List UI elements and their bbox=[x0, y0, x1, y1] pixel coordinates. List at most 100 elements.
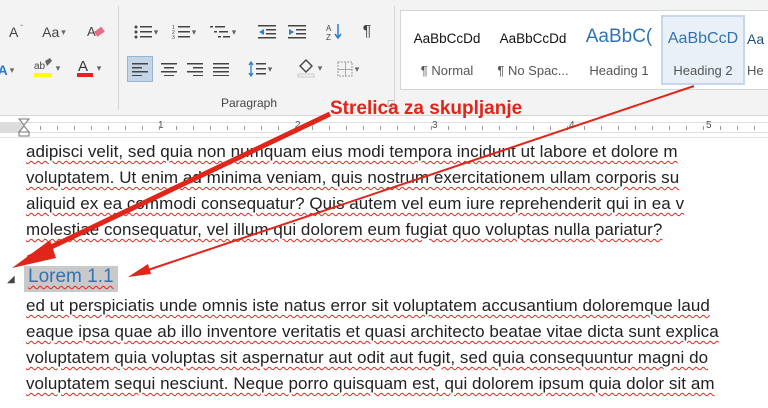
highlight-color-button[interactable]: ab ▾ bbox=[26, 56, 66, 80]
ruler-tick bbox=[652, 126, 653, 130]
ruler-number: 4 bbox=[569, 120, 575, 131]
ruler-tick bbox=[176, 126, 177, 130]
sort-button[interactable]: A Z bbox=[323, 20, 347, 44]
increase-indent-button[interactable] bbox=[285, 20, 309, 44]
clear-formatting-button[interactable]: A bbox=[82, 20, 110, 44]
align-left-button[interactable] bbox=[127, 56, 153, 82]
indent-marker-icon[interactable] bbox=[18, 118, 30, 138]
shading-button[interactable]: ▾ bbox=[291, 56, 327, 80]
ruler-tick bbox=[465, 126, 466, 130]
paragraph-line[interactable]: aliquid ex ea commodi consequatur? Quis … bbox=[26, 194, 684, 214]
ruler-tick bbox=[312, 126, 313, 130]
align-left-icon bbox=[132, 63, 148, 76]
borders-button[interactable]: ▾ bbox=[331, 57, 365, 81]
justify-button[interactable] bbox=[209, 57, 233, 81]
align-right-icon bbox=[187, 63, 203, 76]
ruler-tick bbox=[669, 126, 670, 130]
shrink-font-glyph: A bbox=[8, 24, 19, 40]
ruler-tick bbox=[499, 126, 500, 130]
font-color-icon: A bbox=[76, 58, 93, 77]
ruler-tick bbox=[108, 126, 109, 130]
sort-icon: A Z bbox=[326, 24, 342, 41]
ruler-tick bbox=[482, 126, 483, 130]
collapse-triangle-icon[interactable]: ◢ bbox=[7, 274, 15, 285]
ruler-tick bbox=[142, 126, 143, 130]
bullets-icon bbox=[134, 25, 152, 39]
numbering-button[interactable]: 1 2 3 ▾ bbox=[167, 20, 201, 44]
ruler-number: 5 bbox=[706, 120, 712, 131]
ruler-tick bbox=[737, 126, 738, 130]
decrease-indent-button[interactable] bbox=[255, 20, 279, 44]
style-heading-3[interactable]: Aa He bbox=[747, 15, 768, 85]
increase-indent-icon bbox=[288, 25, 306, 39]
ruler-number: 3 bbox=[432, 120, 438, 131]
ruler-tick bbox=[295, 126, 296, 130]
highlighter-icon: ab bbox=[33, 58, 52, 77]
paragraph-line[interactable]: adipisci velit, sed quia non numquam eiu… bbox=[26, 142, 678, 162]
text-effects-icon: A bbox=[0, 62, 8, 78]
numbering-icon: 1 2 3 bbox=[172, 25, 190, 40]
paragraph-line[interactable]: molestiae consequatur, vel illum qui dol… bbox=[26, 220, 662, 240]
ruler-tick bbox=[618, 126, 619, 130]
style-heading-2[interactable]: AaBbCcD Heading 2 bbox=[661, 15, 745, 85]
paragraph-line[interactable]: ed ut perspiciatis unde omnis iste natus… bbox=[26, 296, 710, 316]
justify-icon bbox=[213, 63, 229, 76]
ruler-tick bbox=[278, 126, 279, 130]
ruler-tick bbox=[601, 126, 602, 130]
ruler-tick bbox=[686, 126, 687, 130]
paint-bucket-icon bbox=[297, 59, 314, 78]
align-center-button[interactable] bbox=[157, 57, 181, 81]
style-heading-1[interactable]: AaBbC( Heading 1 bbox=[577, 15, 661, 85]
style-normal-sample: AaBbCcDd bbox=[413, 31, 481, 46]
text-effects-button[interactable]: A▾ bbox=[0, 58, 14, 82]
ruler-tick bbox=[91, 126, 92, 130]
svg-text:Z: Z bbox=[326, 33, 331, 41]
style-no-spacing[interactable]: AaBbCcDd ¶ No Spac... bbox=[491, 15, 575, 85]
change-case-glyph: Aa bbox=[42, 24, 60, 40]
borders-icon bbox=[337, 61, 353, 77]
bullets-button[interactable]: ▾ bbox=[129, 20, 163, 44]
paragraph-line[interactable]: voluptatem sequi nesciunt. Neque porro q… bbox=[26, 374, 715, 394]
ruler-tick bbox=[533, 126, 534, 130]
heading-lorem-1-1[interactable]: Lorem 1.1 bbox=[24, 266, 118, 292]
style-normal[interactable]: AaBbCcDd ¶ Normal bbox=[405, 15, 489, 85]
multilevel-list-icon bbox=[209, 26, 230, 38]
ruler-tick bbox=[193, 126, 194, 130]
style-heading-2-name: Heading 2 bbox=[673, 63, 733, 78]
align-right-button[interactable] bbox=[183, 57, 207, 81]
svg-text:A: A bbox=[78, 58, 88, 75]
ruler-tick bbox=[380, 126, 381, 130]
ruler-tick bbox=[244, 126, 245, 130]
ruler-tick bbox=[261, 126, 262, 130]
change-case-button[interactable]: Aa ▾ bbox=[36, 20, 72, 44]
ruler-tick bbox=[159, 126, 160, 130]
font-color-button[interactable]: A ▾ bbox=[70, 56, 106, 80]
annotation-label: Strelica za skupljanje bbox=[330, 98, 523, 119]
ruler-tick bbox=[550, 126, 551, 130]
styles-gallery: AaBbCcDd ¶ Normal AaBbCcDd ¶ No Spac... … bbox=[400, 10, 768, 90]
paragraph-line[interactable]: voluptatem. Ut enim ad minima veniam, qu… bbox=[26, 168, 679, 188]
ruler-tick bbox=[703, 126, 704, 130]
paragraph-line[interactable]: voluptatem quia voluptas sit aspernatur … bbox=[26, 348, 708, 368]
ruler-tick bbox=[329, 126, 330, 130]
align-center-icon bbox=[161, 63, 177, 76]
ruler-tick bbox=[363, 126, 364, 130]
shrink-font-button[interactable]: Aˇ bbox=[4, 20, 28, 44]
line-spacing-button[interactable]: ▾ bbox=[243, 57, 277, 81]
ruler-track bbox=[24, 122, 768, 133]
ruler-tick bbox=[414, 126, 415, 130]
show-formatting-marks-button[interactable]: ¶ bbox=[355, 20, 379, 44]
ruler-tick bbox=[40, 126, 41, 130]
paragraph-line[interactable]: eaque ipsa quae ab illo inventore verita… bbox=[26, 322, 719, 342]
ruler-tick bbox=[584, 126, 585, 130]
ruler-tick bbox=[448, 126, 449, 130]
style-normal-name: ¶ Normal bbox=[420, 63, 474, 78]
ruler-tick bbox=[125, 126, 126, 130]
svg-text:ab: ab bbox=[34, 61, 46, 72]
style-heading-1-sample: AaBbC( bbox=[585, 26, 653, 47]
multilevel-list-button[interactable]: ▾ bbox=[205, 20, 241, 44]
document-page[interactable]: adipisci velit, sed quia non numquam eiu… bbox=[0, 138, 768, 408]
ruler-tick bbox=[516, 126, 517, 130]
style-heading-2-sample: AaBbCcD bbox=[667, 30, 739, 47]
line-spacing-icon bbox=[248, 61, 266, 77]
